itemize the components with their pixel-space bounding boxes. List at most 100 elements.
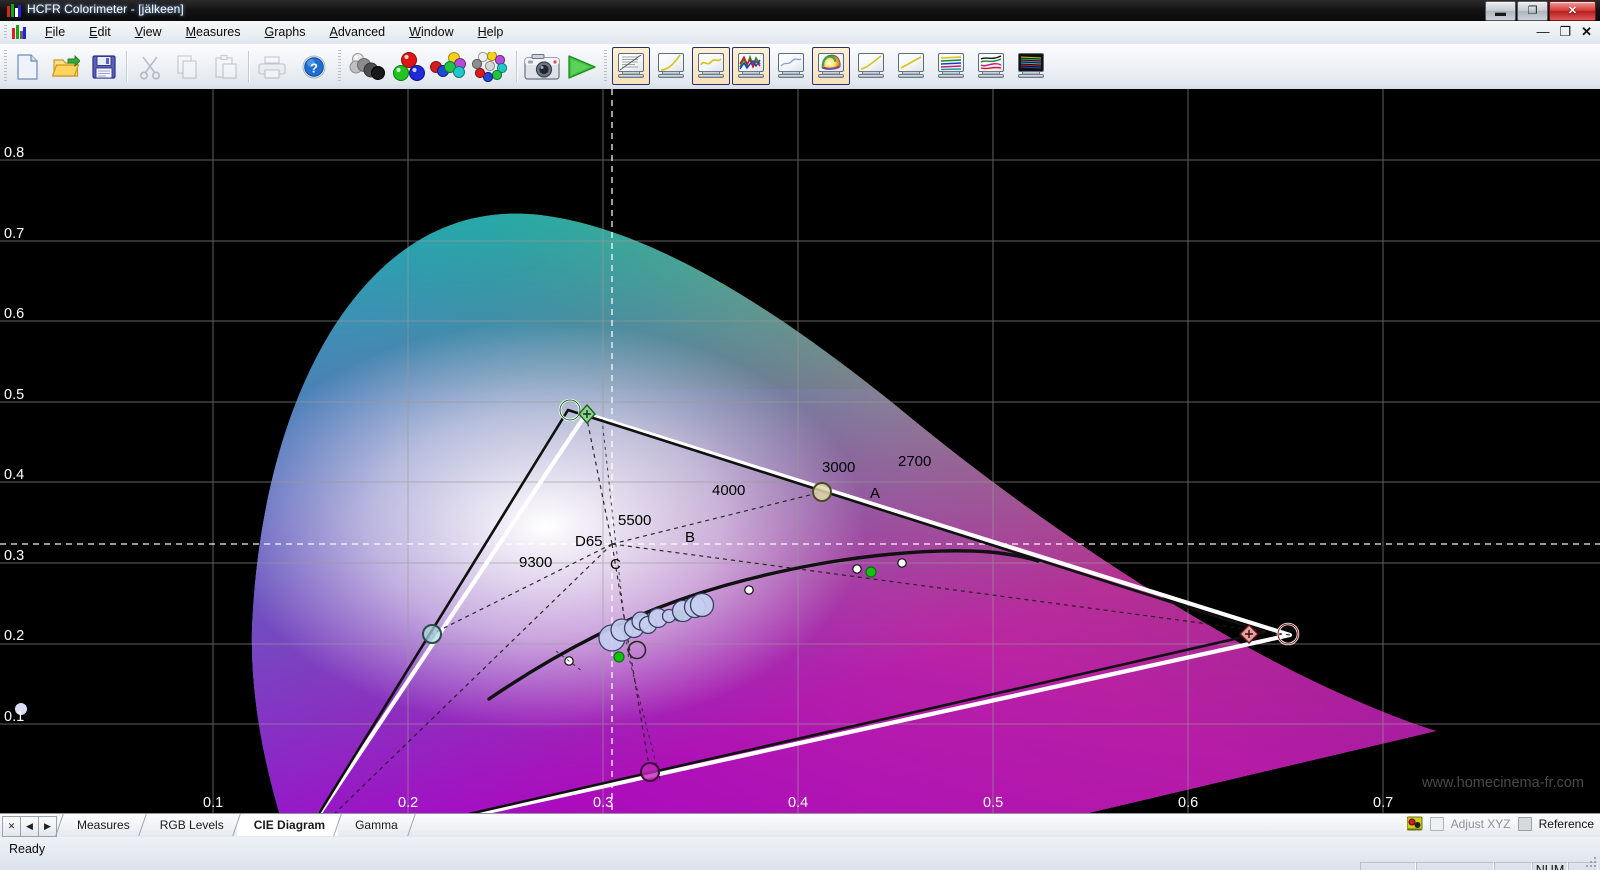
- menu-help-label: elp: [487, 25, 504, 39]
- toolbar-separator-3: [516, 51, 518, 82]
- close-tab-button[interactable]: ✕: [2, 816, 21, 837]
- y-tick-0-6: 0.6: [4, 306, 24, 322]
- print-icon[interactable]: [254, 48, 290, 85]
- menu-measures[interactable]: Measures: [174, 21, 253, 44]
- open-folder-icon[interactable]: [48, 48, 84, 85]
- maximize-button[interactable]: ❐: [1517, 1, 1548, 21]
- tab-rgb-levels[interactable]: RGB Levels: [143, 814, 237, 836]
- monitor-colortemp-icon[interactable]: [732, 47, 770, 85]
- illuminant-label-a: A: [870, 485, 880, 502]
- menu-file-label: ile: [53, 25, 66, 39]
- tab-cie-diagram[interactable]: CIE Diagram: [237, 814, 338, 836]
- close-button[interactable]: ✕: [1549, 1, 1596, 21]
- tab-measures[interactable]: Measures: [60, 814, 143, 836]
- tab-strip-options: Adjust XYZ Reference: [1407, 816, 1594, 831]
- status-cell-2: [1416, 862, 1494, 870]
- adjust-xyz-checkbox[interactable]: [1430, 817, 1444, 831]
- reference-checkbox[interactable]: [1518, 817, 1532, 831]
- svg-text:?: ?: [310, 60, 318, 75]
- measurement-point: [691, 594, 714, 617]
- menu-window-label: indow: [421, 25, 454, 39]
- mdi-close-button[interactable]: ✕: [1581, 23, 1592, 41]
- grayscale-spheres-icon[interactable]: [346, 48, 386, 85]
- x-tick-0-4: 0.4: [788, 795, 808, 811]
- menu-graphs[interactable]: Graphs: [253, 21, 318, 44]
- status-bar: Ready NUM: [0, 837, 1600, 870]
- primaries-spheres-icon[interactable]: [390, 48, 428, 85]
- resize-grip-icon[interactable]: [1584, 855, 1598, 869]
- new-document-icon[interactable]: [10, 48, 46, 85]
- prev-tab-button[interactable]: ◀: [20, 816, 39, 837]
- yellow-secondary-marker: [813, 483, 831, 501]
- x-tick-0-1: 0.1: [203, 795, 223, 811]
- menu-measures-label: easures: [196, 25, 240, 39]
- adjust-xyz-label: Adjust XYZ: [1451, 817, 1511, 831]
- x-tick-0-2: 0.2: [398, 795, 418, 811]
- monitor-multiline-icon[interactable]: [932, 47, 970, 85]
- menu-edit[interactable]: Edit: [77, 21, 123, 44]
- toolbar-drag-grip-3[interactable]: [604, 50, 607, 82]
- hcfr-application-window: HCFR Colorimeter - [jälkeen] ▬ ❐ ✕ File …: [0, 0, 1600, 870]
- watermark-text: www.homecinema-fr.com: [1422, 775, 1584, 791]
- monitor-gamma-icon[interactable]: [652, 47, 690, 85]
- menu-edit-label: dit: [98, 25, 111, 39]
- camera-icon[interactable]: [522, 48, 562, 85]
- menu-view[interactable]: View: [123, 21, 174, 44]
- saturation-spheres-icon[interactable]: [470, 48, 512, 85]
- monitor-gamma2-icon[interactable]: [852, 47, 890, 85]
- next-tab-button[interactable]: ▶: [38, 816, 57, 837]
- status-cell-3: [1494, 862, 1532, 870]
- menu-file[interactable]: File: [33, 21, 77, 44]
- menu-advanced[interactable]: Advanced: [318, 21, 398, 44]
- save-floppy-icon[interactable]: [86, 48, 122, 85]
- menu-view-label: iew: [143, 25, 162, 39]
- monitor-cie-diagram-icon[interactable]: [812, 47, 850, 85]
- toolbar-drag-grip-1[interactable]: [4, 50, 7, 82]
- x-tick-0-7: 0.7: [1373, 795, 1393, 811]
- illuminant-label-c: C: [610, 556, 621, 573]
- menu-window[interactable]: Window: [397, 21, 465, 44]
- y-tick-0-3: 0.3: [4, 548, 24, 564]
- monitor-measures-icon[interactable]: [612, 47, 650, 85]
- tab-gamma[interactable]: Gamma: [338, 814, 411, 836]
- cyan-secondary-marker: [423, 625, 441, 643]
- cie-diagram-plot[interactable]: 0.8 0.7 0.6 0.5 0.4 0.3 0.2 0.1 0.1 0.2 …: [0, 89, 1600, 813]
- mdi-minimize-button[interactable]: —: [1536, 23, 1549, 41]
- menu-drag-grip[interactable]: [4, 25, 7, 40]
- mdi-restore-button[interactable]: ❐: [1559, 23, 1571, 41]
- blackbody-label-3000: 3000: [822, 459, 855, 476]
- blackbody-label-2700: 2700: [898, 453, 931, 470]
- help-question-icon[interactable]: ?: [296, 48, 332, 85]
- paste-icon[interactable]: [208, 48, 244, 85]
- minimize-button[interactable]: ▬: [1485, 1, 1516, 21]
- monitor-levels2-icon[interactable]: [892, 47, 930, 85]
- hcfr-bars-icon: [7, 4, 21, 17]
- x-tick-0-5: 0.5: [983, 795, 1003, 811]
- status-num-indicator: NUM: [1532, 863, 1568, 870]
- title-bar: HCFR Colorimeter - [jälkeen] ▬ ❐ ✕: [0, 0, 1600, 22]
- reference-label: Reference: [1539, 817, 1594, 831]
- window-controls: ▬ ❐ ✕: [1485, 1, 1596, 21]
- play-green-arrow-icon[interactable]: [562, 48, 602, 85]
- monitor-spectrum-icon[interactable]: [1012, 47, 1050, 85]
- monitor-luminance-icon[interactable]: [772, 47, 810, 85]
- illuminant-point-c: [614, 652, 624, 662]
- cut-scissors-icon[interactable]: [132, 48, 168, 85]
- illuminant-point-a: [866, 567, 876, 577]
- menu-help[interactable]: Help: [466, 21, 516, 44]
- secondaries-spheres-icon[interactable]: [428, 48, 470, 85]
- blackbody-label-5500: 5500: [618, 512, 651, 529]
- menu-graphs-label: raphs: [274, 25, 305, 39]
- magenta-secondary-marker: [641, 763, 659, 781]
- monitor-multiline2-icon[interactable]: [972, 47, 1010, 85]
- toolbar-drag-grip-2[interactable]: [338, 50, 341, 82]
- y-tick-0-1: 0.1: [4, 709, 24, 725]
- status-message: Ready: [9, 842, 45, 856]
- menu-items: File Edit View Measures Graphs Advanced …: [33, 21, 515, 44]
- y-tick-0-5: 0.5: [4, 387, 24, 403]
- copy-icon[interactable]: [170, 48, 206, 85]
- toolbar-separator-2: [248, 51, 250, 82]
- hcfr-logo-icon: [12, 25, 28, 39]
- monitor-rgblevels-icon[interactable]: [692, 47, 730, 85]
- blackbody-label-9300: 9300: [519, 554, 552, 571]
